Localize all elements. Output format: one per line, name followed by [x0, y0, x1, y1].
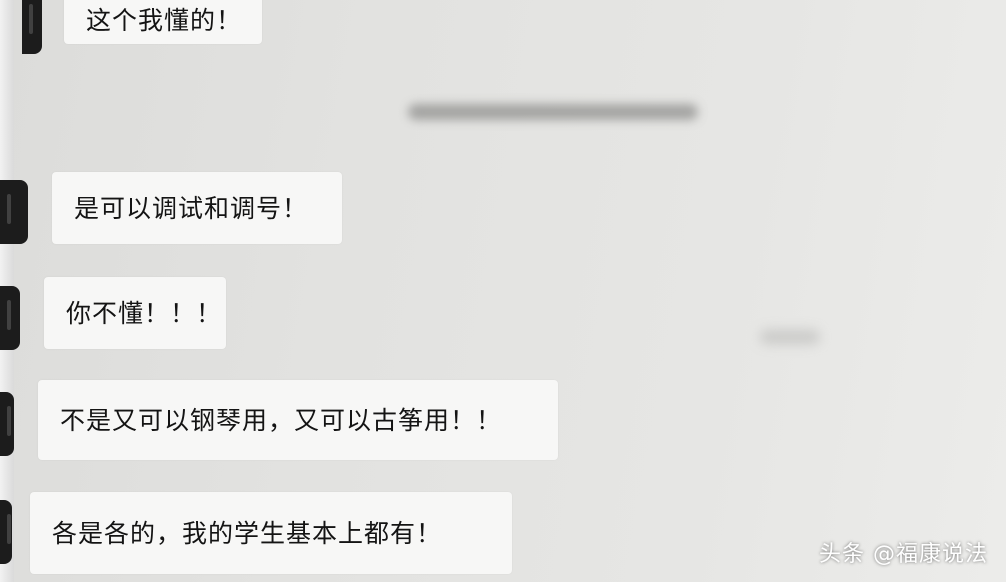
- blurred-redaction: [408, 104, 698, 120]
- sender-avatar[interactable]: [22, 0, 42, 54]
- message-bubble: 你不懂！！！: [44, 277, 226, 349]
- message-bubble: 是可以调试和调号！: [52, 172, 342, 244]
- message-bubble: 这个我懂的！: [64, 0, 262, 44]
- sender-avatar[interactable]: [0, 286, 20, 350]
- watermark: 头条 @福康说法: [819, 542, 988, 567]
- message-bubble: 各是各的，我的学生基本上都有！: [30, 492, 512, 574]
- sender-avatar[interactable]: [0, 392, 14, 456]
- sender-avatar[interactable]: [0, 500, 12, 564]
- sender-avatar[interactable]: [0, 180, 28, 244]
- message-bubble: 不是又可以钢琴用，又可以古筝用！！: [38, 380, 558, 460]
- blurred-redaction: [760, 330, 820, 344]
